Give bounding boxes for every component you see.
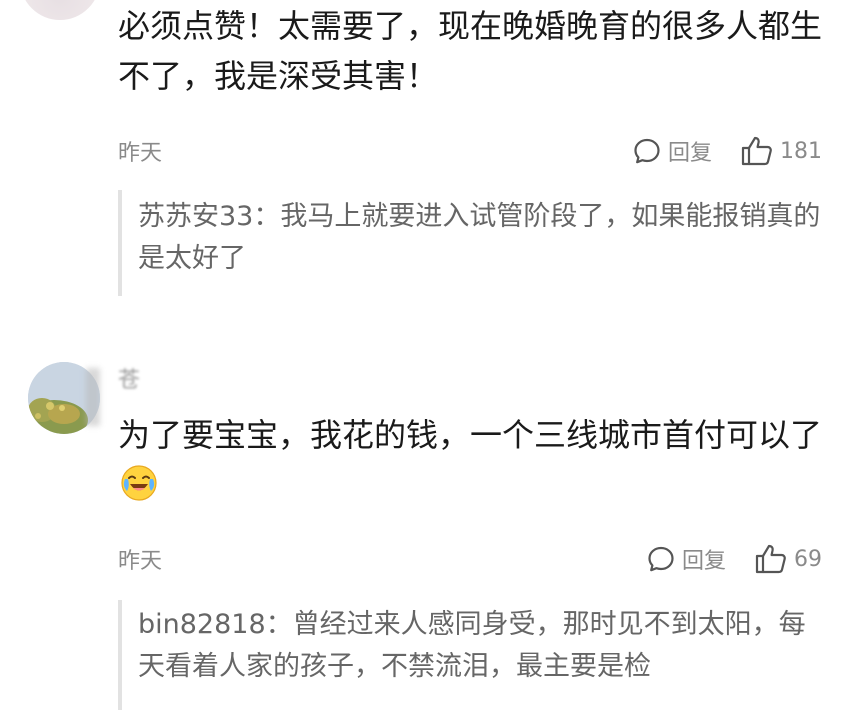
comment-meta: 昨天 回复 69 (118, 542, 822, 576)
like-button[interactable]: 69 (754, 543, 822, 575)
comment-time: 昨天 (118, 549, 163, 574)
sub-reply[interactable]: 苏苏安33：我马上就要进入试管阶段了，如果能报销真的是太好了 (118, 190, 822, 296)
sub-reply-username[interactable]: 苏苏安33： (138, 201, 280, 232)
username-blur (86, 368, 100, 426)
comment-username[interactable]: 苍 (118, 362, 140, 394)
reply-button[interactable]: 回复 (646, 543, 726, 575)
comment-meta: 昨天 回复 181 (118, 134, 822, 168)
crying-laughing-emoji (121, 465, 157, 501)
thumbs-up-icon (755, 544, 786, 574)
comment-text-body: 为了要宝宝，我花的钱，一个三线城市首付可以了 (118, 416, 823, 454)
avatar[interactable] (20, 0, 100, 20)
like-count: 69 (794, 546, 822, 572)
comment-text: 为了要宝宝，我花的钱，一个三线城市首付可以了 (118, 410, 828, 510)
reply-button[interactable]: 回复 (632, 135, 712, 167)
thumbs-up-icon (741, 136, 772, 166)
comment-bubble-icon (634, 138, 660, 164)
reply-label: 回复 (667, 141, 712, 166)
like-count: 181 (780, 138, 822, 164)
like-button[interactable]: 181 (740, 135, 822, 167)
comment-time: 昨天 (118, 141, 163, 166)
sub-reply-username[interactable]: bin82818： (138, 609, 293, 640)
comment-text: 必须点赞！太需要了，现在晚婚晚育的很多人都生不了，我是深受其害！ (118, 7, 823, 95)
reply-label: 回复 (681, 549, 726, 574)
comment-bubble-icon (648, 546, 674, 572)
